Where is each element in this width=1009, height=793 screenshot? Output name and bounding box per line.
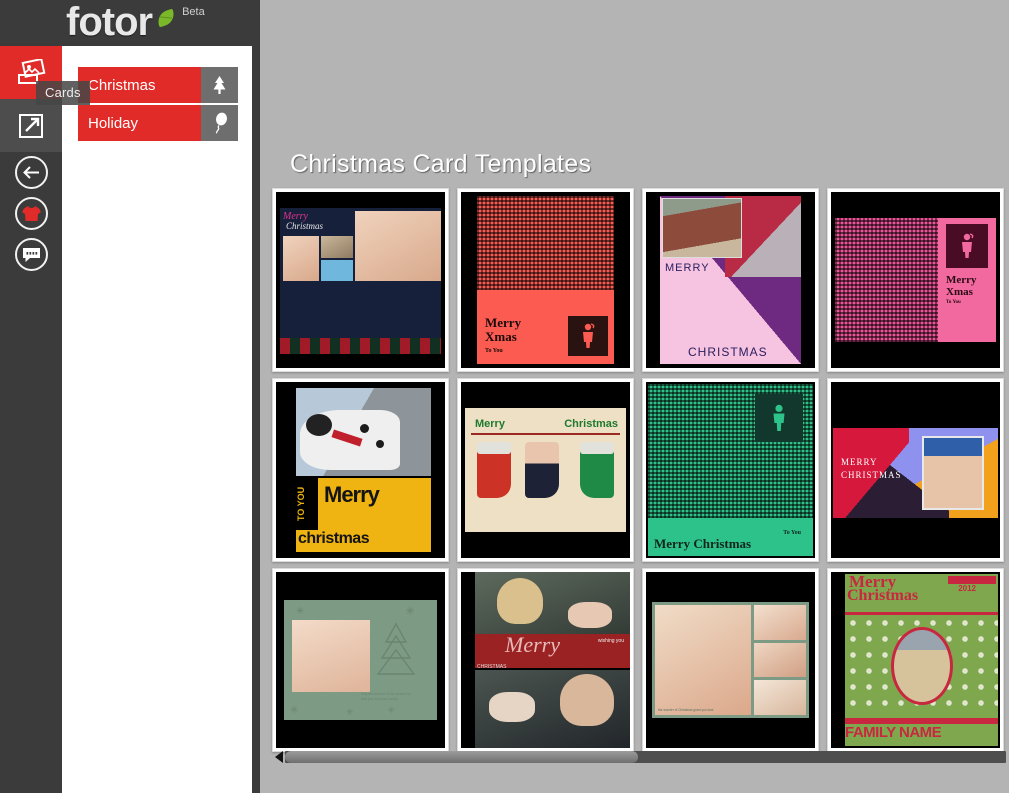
sidebar-item-back[interactable] [0, 152, 62, 193]
category-label: Holiday [78, 105, 201, 141]
panel-divider [252, 0, 260, 793]
template-card-green-christmas[interactable]: Merry Christmas To You [642, 378, 819, 562]
template-cell: TO YOU Merry christmas [268, 378, 453, 568]
scroll-left-arrow[interactable] [272, 749, 286, 765]
template-cell: Merry Christmas [453, 378, 638, 568]
page-title: Christmas Card Templates [290, 150, 592, 178]
brand-logo[interactable]: fotor Beta [66, 1, 205, 43]
template-card-geometric-twins[interactable]: MERRY CHRISTMAS [827, 378, 1004, 562]
template-cell: Merry Xmas To You [453, 188, 638, 378]
category-label: Christmas [78, 67, 201, 103]
template-cell: Merry Christmas To You [638, 378, 823, 568]
app-header: fotor Beta [0, 0, 260, 46]
template-card-dalmatian[interactable]: TO YOU Merry christmas [272, 378, 449, 562]
leaf-icon [155, 8, 177, 28]
template-card-family-merry[interactable]: Merry wishing you CHRISTMAS [457, 568, 634, 752]
horizontal-scrollbar[interactable] [272, 749, 1006, 765]
tree-icon [201, 67, 238, 103]
chat-icon [14, 238, 48, 271]
template-cell: Merry wishing you CHRISTMAS [453, 568, 638, 758]
sidebar-item-export[interactable] [0, 99, 62, 152]
tshirt-icon [14, 197, 48, 230]
template-card-pink-tree[interactable]: Merry Xmas To You [827, 188, 1004, 372]
template-cell: MERRY CHRISTMAS [638, 188, 823, 378]
scrollbar-thumb[interactable] [285, 751, 639, 763]
brand-name: fotor [66, 0, 153, 44]
template-card-green-baby-tree[interactable]: May the wonder of the season be with you… [272, 568, 449, 752]
category-item-holiday[interactable]: Holiday [78, 105, 238, 141]
cards-tooltip: Cards [36, 81, 90, 105]
templates-content: Christmas Card Templates Merry Christmas [260, 0, 1009, 793]
template-cell: MERRY CHRISTMAS [823, 378, 1008, 568]
template-card-stockings[interactable]: Merry Christmas [457, 378, 634, 562]
template-cell: Merry Christmas [268, 188, 453, 378]
template-card-red-tree[interactable]: Merry Xmas To You [457, 188, 634, 372]
template-grid: Merry Christmas Merry Xmas To You MERRY … [268, 188, 1009, 758]
export-icon [19, 113, 43, 138]
balloon-icon [201, 105, 238, 141]
back-icon [14, 156, 48, 189]
sidebar-item-apparel[interactable] [0, 193, 62, 234]
category-panel: Christmas Holiday [62, 46, 252, 793]
category-list: Christmas Holiday [62, 46, 252, 141]
template-cell: May the wonder of the season be with you… [268, 568, 453, 758]
template-cell: the wonder of Christmas grant you love [638, 568, 823, 758]
beta-badge: Beta [182, 6, 205, 18]
scrollbar-track[interactable] [285, 751, 1006, 763]
category-item-christmas[interactable]: Christmas [78, 67, 238, 103]
template-card-baby-collage[interactable]: Merry Christmas [272, 188, 449, 372]
template-card-twins-collage[interactable]: the wonder of Christmas grant you love [642, 568, 819, 752]
tool-rail [0, 46, 62, 793]
sidebar-item-feedback[interactable] [0, 234, 62, 275]
fotor-app-window: fotor Beta Christmas Holiday Cards Chris… [0, 0, 1009, 793]
template-cell: Merry Christmas 2012 FAMILY NAME [823, 568, 1008, 758]
template-card-dog-family-name[interactable]: Merry Christmas 2012 FAMILY NAME [827, 568, 1004, 752]
template-card-house-purple[interactable]: MERRY CHRISTMAS [642, 188, 819, 372]
template-cell: Merry Xmas To You [823, 188, 1008, 378]
